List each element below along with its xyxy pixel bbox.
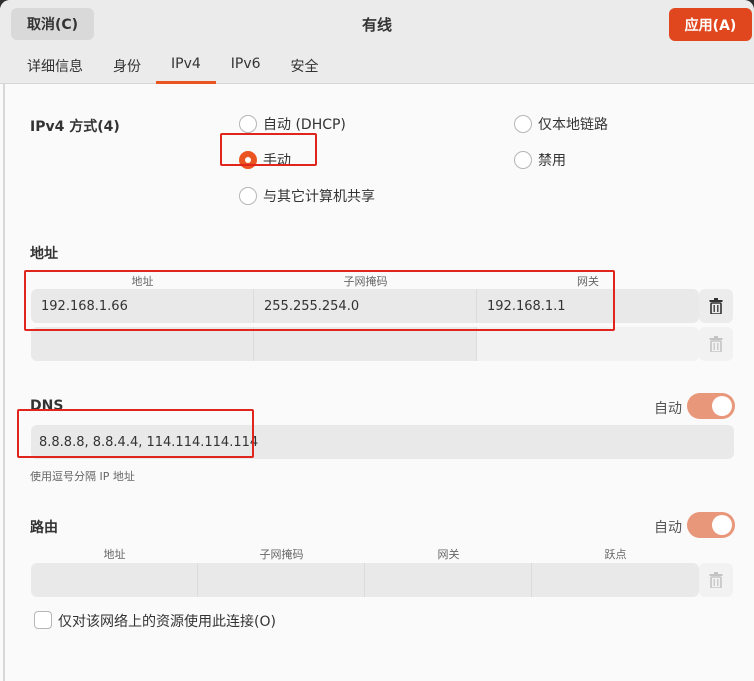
route-col-head-metric: 跃点 bbox=[604, 548, 627, 561]
route-netmask-input[interactable] bbox=[198, 563, 365, 597]
routes-auto-toggle[interactable] bbox=[687, 512, 735, 538]
netmask-input-empty[interactable] bbox=[254, 327, 477, 361]
radio-auto-dhcp[interactable]: 自动 (DHCP) bbox=[239, 114, 346, 134]
col-head-netmask: 子网掩码 bbox=[343, 275, 388, 288]
netmask-input[interactable]: 255.255.254.0 bbox=[254, 289, 477, 323]
dns-auto-label: 自动 bbox=[654, 401, 682, 417]
toggle-knob bbox=[712, 515, 732, 535]
tab-details[interactable]: 详细信息 bbox=[12, 48, 98, 84]
radio-selected-icon bbox=[239, 151, 257, 169]
radio-disabled-label: 禁用 bbox=[538, 153, 566, 169]
delete-address-button-disabled[interactable] bbox=[699, 327, 733, 361]
address-input-empty[interactable] bbox=[31, 327, 254, 361]
tab-ipv6[interactable]: IPv6 bbox=[216, 48, 276, 84]
address-input[interactable]: 192.168.1.66 bbox=[31, 289, 254, 323]
route-row bbox=[31, 563, 699, 597]
address-row-empty bbox=[31, 327, 699, 361]
route-gateway-input[interactable] bbox=[365, 563, 532, 597]
radio-shared[interactable]: 与其它计算机共享 bbox=[239, 186, 375, 206]
radio-circle-icon bbox=[514, 151, 532, 169]
routes-label: 路由 bbox=[30, 520, 58, 536]
radio-manual[interactable]: 手动 bbox=[239, 150, 291, 170]
trash-icon bbox=[709, 298, 723, 314]
delete-route-button-disabled[interactable] bbox=[699, 563, 733, 597]
only-local-resources-label: 仅对该网络上的资源使用此连接(O) bbox=[58, 614, 276, 630]
radio-circle-icon bbox=[239, 115, 257, 133]
radio-circle-icon bbox=[239, 187, 257, 205]
ipv4-method-label: IPv4 方式(4) bbox=[30, 119, 120, 135]
dns-auto-toggle[interactable] bbox=[687, 393, 735, 419]
route-col-head-gateway: 网关 bbox=[437, 548, 460, 561]
header-bar: 取消(C) 有线 应用(A) 详细信息 身份 IPv4 IPv6 安全 bbox=[0, 0, 754, 84]
only-local-resources-checkbox[interactable] bbox=[34, 611, 52, 629]
tab-bar: 详细信息 身份 IPv4 IPv6 安全 bbox=[12, 48, 334, 84]
tab-security[interactable]: 安全 bbox=[276, 48, 334, 84]
addresses-label: 地址 bbox=[30, 246, 58, 262]
dns-label: DNS bbox=[30, 398, 64, 414]
route-metric-input[interactable] bbox=[532, 563, 699, 597]
toggle-knob bbox=[712, 396, 732, 416]
col-head-address: 地址 bbox=[131, 275, 154, 288]
left-border bbox=[3, 84, 5, 681]
apply-button[interactable]: 应用(A) bbox=[669, 8, 752, 41]
route-col-head-netmask: 子网掩码 bbox=[259, 548, 304, 561]
route-address-input[interactable] bbox=[31, 563, 198, 597]
gateway-input-empty[interactable] bbox=[477, 327, 699, 361]
radio-link-local-label: 仅本地链路 bbox=[538, 117, 608, 133]
gateway-input[interactable]: 192.168.1.1 bbox=[477, 289, 699, 323]
radio-disabled[interactable]: 禁用 bbox=[514, 150, 566, 170]
radio-auto-dhcp-label: 自动 (DHCP) bbox=[263, 117, 346, 133]
dns-hint: 使用逗号分隔 IP 地址 bbox=[30, 470, 135, 483]
radio-shared-label: 与其它计算机共享 bbox=[263, 189, 375, 205]
radio-manual-label: 手动 bbox=[263, 153, 291, 169]
dialog-title: 有线 bbox=[361, 16, 392, 34]
tab-ipv4[interactable]: IPv4 bbox=[156, 48, 216, 84]
route-col-head-address: 地址 bbox=[103, 548, 126, 561]
dns-input[interactable]: 8.8.8.8, 8.8.4.4, 114.114.114.114 bbox=[31, 425, 734, 459]
col-head-gateway: 网关 bbox=[577, 275, 599, 288]
routes-auto-label: 自动 bbox=[654, 520, 682, 536]
radio-link-local[interactable]: 仅本地链路 bbox=[514, 114, 608, 134]
radio-circle-icon bbox=[514, 115, 532, 133]
address-row: 192.168.1.66 255.255.254.0 192.168.1.1 bbox=[31, 289, 699, 323]
trash-icon bbox=[709, 572, 723, 588]
tab-identity[interactable]: 身份 bbox=[98, 48, 156, 84]
connection-dialog: 取消(C) 有线 应用(A) 详细信息 身份 IPv4 IPv6 安全 IPv4… bbox=[0, 0, 754, 681]
delete-address-button[interactable] bbox=[699, 289, 733, 323]
trash-icon bbox=[709, 336, 723, 352]
